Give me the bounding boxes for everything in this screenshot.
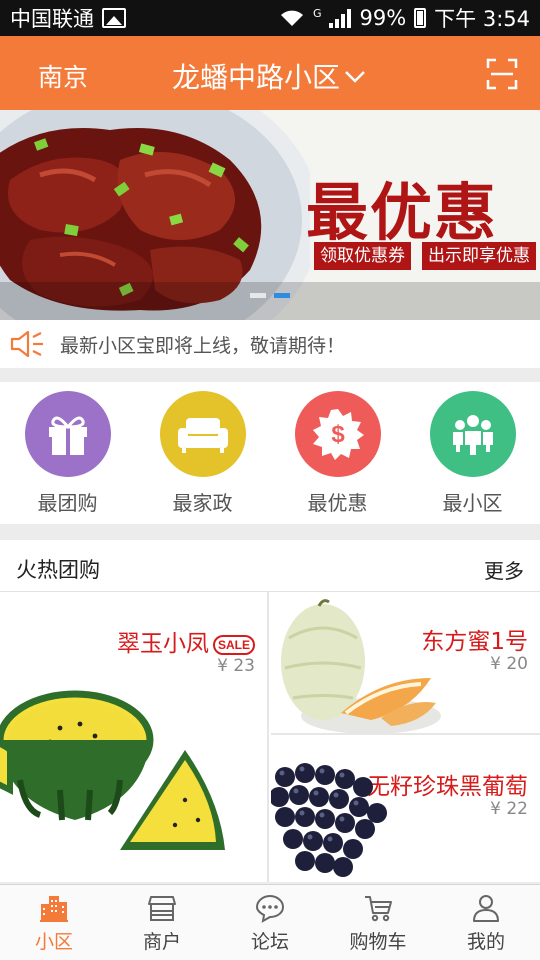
nav-forum[interactable]: 论坛 xyxy=(216,885,324,960)
product-card-melon[interactable]: 东方蜜1号 ¥ 20 xyxy=(271,592,540,735)
product-grid: 翠玉小凤 SALE ¥ 23 东方蜜1号 ¥ 20 无籽珍珠黑葡萄 ¥ 22 xyxy=(0,592,540,882)
category-grid: 最团购 最家政 $ 最优惠 最小区 xyxy=(0,382,540,524)
product-name: 翠玉小凤 SALE xyxy=(117,624,255,658)
category-discount[interactable]: $ 最优惠 xyxy=(270,382,405,524)
category-label: 最优惠 xyxy=(307,491,368,515)
category-group-buy[interactable]: 最团购 xyxy=(0,382,135,524)
speaker-icon xyxy=(10,330,43,358)
carrier: 中国联通 xyxy=(10,3,126,33)
carousel-dots xyxy=(250,293,290,298)
product-price: ¥ 20 xyxy=(490,654,528,674)
category-label: 最团购 xyxy=(37,491,98,515)
community-name: 龙蟠中路小区 xyxy=(172,61,341,94)
city-selector[interactable]: 南京 xyxy=(38,58,88,94)
network-type: G xyxy=(312,7,322,20)
scan-icon[interactable] xyxy=(486,58,518,90)
status-bar: 中国联通 G 99% 下午 3:54 xyxy=(0,0,540,36)
wifi-icon xyxy=(280,10,303,26)
melon-image xyxy=(281,599,441,733)
notice-text: 最新小区宝即将上线，敬请期待！ xyxy=(60,334,346,357)
show-discount-tag: 出示即享优惠 xyxy=(422,242,536,270)
watermelon-image xyxy=(0,680,225,880)
nav-label: 购物车 xyxy=(349,931,407,953)
category-housekeeping[interactable]: 最家政 xyxy=(135,382,270,524)
nav-merchants[interactable]: 商户 xyxy=(108,885,216,960)
bottom-nav: 小区 商户 论坛 购物车 我的 xyxy=(0,884,540,960)
chevron-down-icon xyxy=(344,70,365,83)
product-card-grape[interactable]: 无籽珍珠黑葡萄 ¥ 22 xyxy=(271,737,540,882)
battery-icon xyxy=(414,8,427,28)
carousel-dot-active[interactable] xyxy=(274,293,290,298)
sale-badge: SALE xyxy=(212,634,255,655)
product-price: ¥ 22 xyxy=(490,799,528,819)
hot-section-title: 火热团购 xyxy=(16,558,100,582)
more-link[interactable]: 更多 xyxy=(484,555,524,584)
nav-label: 小区 xyxy=(34,931,73,953)
user-icon xyxy=(473,895,499,922)
category-label: 最小区 xyxy=(442,491,503,515)
battery-percent: 99% xyxy=(359,6,407,30)
product-card-watermelon[interactable]: 翠玉小凤 SALE ¥ 23 xyxy=(0,592,269,882)
svg-text:$: $ xyxy=(331,421,345,448)
clock: 下午 3:54 xyxy=(434,7,530,31)
chat-icon xyxy=(255,894,285,923)
coupon-icon: $ xyxy=(294,391,381,477)
category-community[interactable]: 最小区 xyxy=(405,382,540,524)
community-icon xyxy=(429,391,516,477)
image-notification-icon xyxy=(102,8,126,28)
product-price: ¥ 23 xyxy=(217,656,255,676)
gift-icon xyxy=(24,391,111,477)
category-label: 最家政 xyxy=(172,491,233,515)
notice-bar[interactable]: 最新小区宝即将上线，敬请期待！ xyxy=(0,320,540,368)
carousel-dot[interactable] xyxy=(250,293,266,298)
nav-label: 我的 xyxy=(466,931,505,953)
cart-icon xyxy=(365,896,392,922)
app-header: 南京 龙蟠中路小区 xyxy=(0,36,540,110)
status-right: G 99% 下午 3:54 xyxy=(279,3,530,33)
nav-label: 商户 xyxy=(142,931,181,953)
nav-profile[interactable]: 我的 xyxy=(432,885,540,960)
nav-cart[interactable]: 购物车 xyxy=(324,885,432,960)
community-selector[interactable]: 龙蟠中路小区 xyxy=(172,56,365,96)
product-name-text: 翠玉小凤 xyxy=(116,631,209,657)
promo-banner[interactable]: 最优惠 领取优惠券 出示即享优惠 xyxy=(0,110,540,320)
grape-image xyxy=(271,763,387,877)
nav-label: 论坛 xyxy=(250,931,289,953)
signal-icon xyxy=(329,8,352,28)
banner-indicator-bar xyxy=(0,282,540,320)
carrier-name: 中国联通 xyxy=(10,7,94,31)
sofa-icon xyxy=(159,391,246,477)
hot-section-header: 火热团购 更多 xyxy=(0,540,540,592)
nav-community[interactable]: 小区 xyxy=(0,885,108,960)
banner-slogan: 最优惠 xyxy=(306,176,499,249)
store-icon xyxy=(148,896,176,921)
coupon-tag: 领取优惠券 xyxy=(314,242,411,270)
building-icon xyxy=(40,896,68,922)
